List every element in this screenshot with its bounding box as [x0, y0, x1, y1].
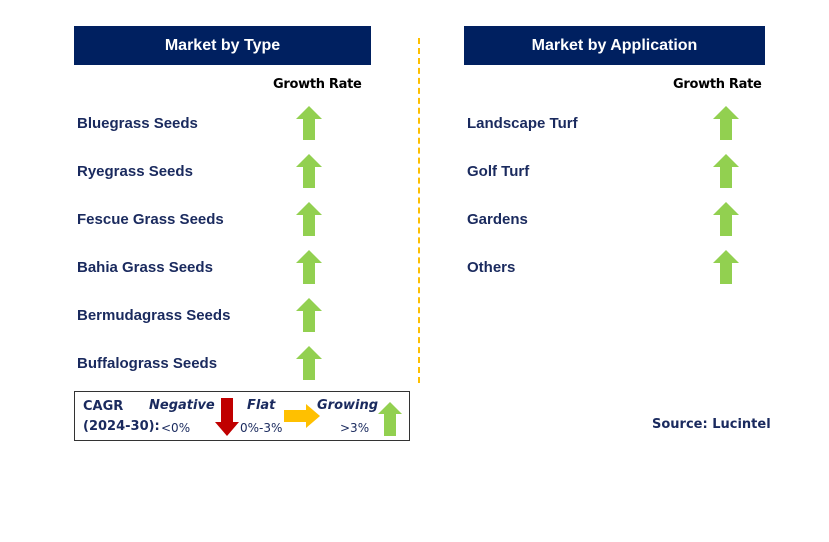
- growth-arrow-up-icon: [296, 202, 322, 236]
- market-by-type-title: Market by Type: [164, 36, 281, 54]
- growth-arrow-up-icon: [713, 106, 739, 140]
- legend-growing-range: >3%: [340, 421, 370, 435]
- segment-label: Buffalograss Seeds: [77, 355, 218, 372]
- segment-label: Others: [467, 259, 516, 276]
- growth-arrow-up-icon: [296, 154, 322, 188]
- arrow-up-icon: [378, 402, 402, 436]
- arrow-right-icon: [284, 404, 320, 428]
- cagr-legend: CAGR (2024-30): Negative <0% Flat 0%-3% …: [74, 391, 410, 441]
- growth-arrow-up-icon: [296, 250, 322, 284]
- segment-label: Bluegrass Seeds: [77, 115, 198, 132]
- growth-arrow-up-icon: [713, 202, 739, 236]
- right-growth-rate-label: Growth Rate: [673, 77, 762, 92]
- segment-label: Fescue Grass Seeds: [77, 211, 224, 228]
- growth-arrow-up-icon: [713, 250, 739, 284]
- arrow-down-icon: [215, 398, 239, 436]
- legend-period-label: (2024-30):: [83, 419, 160, 434]
- market-by-type-header: Market by Type: [74, 26, 371, 65]
- legend-cagr-label: CAGR: [83, 399, 124, 414]
- segment-label: Bahia Grass Seeds: [77, 259, 213, 276]
- growth-arrow-up-icon: [296, 346, 322, 380]
- growth-arrow-up-icon: [296, 298, 322, 332]
- legend-negative-range: <0%: [161, 421, 191, 435]
- left-growth-rate-label: Growth Rate: [273, 77, 362, 92]
- legend-growing-label: Growing: [317, 398, 379, 413]
- source-label: Source: Lucintel: [652, 417, 771, 432]
- market-by-application-header: Market by Application: [464, 26, 765, 65]
- segment-label: Gardens: [467, 211, 528, 228]
- legend-flat-range: 0%-3%: [240, 421, 283, 435]
- legend-negative-label: Negative: [149, 398, 215, 413]
- market-by-application-title: Market by Application: [531, 36, 698, 54]
- segment-label: Ryegrass Seeds: [77, 163, 193, 180]
- growth-arrow-up-icon: [713, 154, 739, 188]
- segment-label: Landscape Turf: [467, 115, 578, 132]
- segment-label: Golf Turf: [467, 163, 530, 180]
- legend-flat-label: Flat: [247, 398, 276, 413]
- panel-divider: [418, 38, 420, 383]
- segment-label: Bermudagrass Seeds: [77, 307, 231, 324]
- growth-arrow-up-icon: [296, 106, 322, 140]
